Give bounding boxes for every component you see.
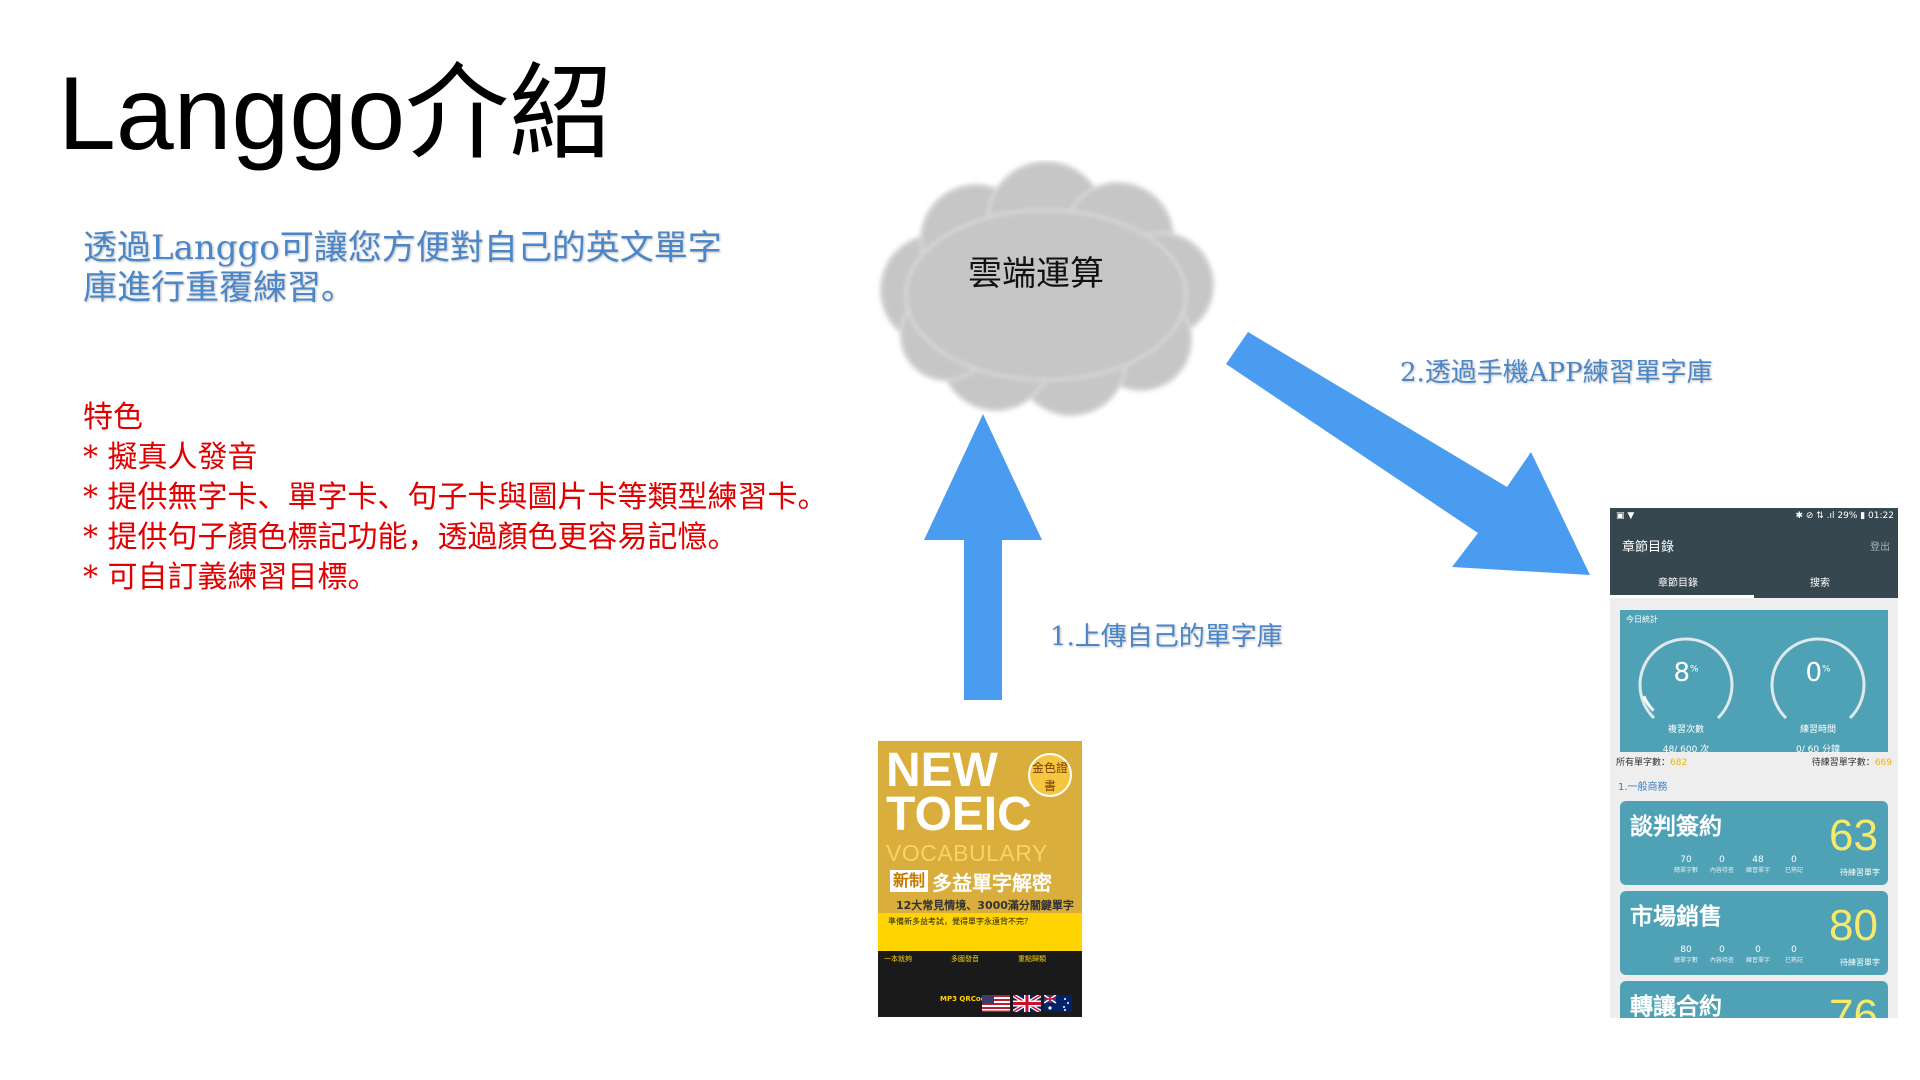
phone-header-title: 章節目錄 — [1622, 540, 1675, 555]
phone-status-bar: ▣ ▼ ✱ ⊘ ⇅ .ıl 29% ▮ 01:22 — [1610, 508, 1898, 526]
step-2-label: 2.透過手機APP練習單字庫 — [1400, 358, 1713, 388]
book-yellow-text: 準備新多益考試，覺得單字永遠背不完？ — [888, 917, 1032, 926]
status-left-icons: ▣ ▼ — [1616, 511, 1635, 521]
us-flag-icon — [982, 995, 1010, 1012]
chapter-stat: 80 總單字數 — [1673, 945, 1698, 964]
chapter-stat: 48 練習單字 — [1745, 855, 1770, 874]
chapter-right-label: 待練習單字 — [1840, 958, 1880, 967]
gauge-subtext: 48/ 600 次 — [1662, 745, 1710, 755]
book-flags — [982, 995, 1072, 1012]
book-column: 重點歸類 — [1018, 955, 1046, 963]
review-count-gauge: 8% 複習次數 48/ 600 次 — [1628, 620, 1744, 755]
chapter-stat: 70 總單字數 — [1673, 855, 1698, 874]
chapter-stat: 0 已熟記 — [1784, 855, 1803, 874]
chapter-name: 市場銷售 — [1630, 904, 1722, 930]
status-right-icons: ✱ ⊘ ⇅ .ıl 29% ▮ 01:22 — [1795, 511, 1894, 521]
book-columns: 一本就夠 多國發音 重點歸類 — [884, 955, 1076, 963]
chapter-score: 80 — [1829, 901, 1878, 950]
daily-stats-panel: 今日統計 8% 複習次數 48/ 600 次 0% 練習時間 0/ 60 分鐘 — [1620, 610, 1888, 755]
chapter-score: 63 — [1829, 811, 1878, 860]
total-words: 所有單字數：682 — [1616, 758, 1688, 768]
book-title-vocabulary: VOCABULARY — [886, 840, 1048, 866]
chapter-card[interactable]: 談判簽約 63 70 總單字數 0 內容待查 48 練習單字 0 已熟記 待練習單字 — [1620, 801, 1888, 885]
gauge-caption: 練習時間 — [1799, 725, 1836, 735]
tab-search[interactable]: 搜索 — [1810, 574, 1830, 589]
tab-chapters[interactable]: 章節目錄 — [1658, 574, 1698, 589]
chapter-score: 76 — [1829, 991, 1878, 1018]
book-cover-image: NEW TOEIC VOCABULARY 金色證書 新制 多益單字解密 12大常… — [878, 741, 1082, 1017]
au-flag-icon — [1044, 995, 1072, 1012]
book-tag: 新制 — [890, 870, 929, 892]
phone-app-screenshot: ▣ ▼ ✱ ⊘ ⇅ .ıl 29% ▮ 01:22 章節目錄 登出 章節目錄 搜… — [1610, 508, 1898, 1018]
book-title-toeic: TOEIC — [886, 788, 1032, 841]
chapter-stat: 0 練習單字 — [1745, 945, 1770, 964]
book-tagline: 12大常見情境、3000滿分關鍵單字 — [896, 899, 1074, 912]
chapter-stat: 0 內容待查 — [1709, 855, 1734, 874]
chapter-card[interactable]: 轉讓合約 76 — [1620, 981, 1888, 1018]
book-column: 多國發音 — [951, 955, 979, 963]
phone-tabs: 章節目錄 搜索 — [1610, 564, 1898, 598]
gauge-value: 0% — [1805, 658, 1831, 688]
active-tab-indicator — [1610, 595, 1754, 598]
logout-button[interactable]: 登出 — [1870, 538, 1890, 553]
practice-time-gauge: 0% 練習時間 0/ 60 分鐘 — [1760, 620, 1876, 755]
book-subtitle: 多益單字解密 — [932, 870, 1053, 895]
upload-arrow — [924, 414, 1042, 700]
gauge-caption: 複習次數 — [1667, 725, 1704, 735]
step-1-label: 1.上傳自己的單字庫 — [1050, 622, 1283, 652]
uk-flag-icon — [1013, 995, 1041, 1012]
book-subtitle-row: 新制 多益單字解密 — [890, 869, 1053, 895]
section-title: 1.一般商務 — [1618, 782, 1668, 793]
chapter-stat: 0 已熟記 — [1784, 945, 1803, 964]
chapter-stat: 0 內容待查 — [1709, 945, 1734, 964]
gauge-value: 8% — [1673, 658, 1699, 688]
pending-words: 待練習單字數：669 — [1811, 758, 1892, 768]
book-column: 一本就夠 — [884, 955, 912, 963]
chapter-name: 談判簽約 — [1630, 814, 1722, 840]
gauge-subtext: 0/ 60 分鐘 — [1796, 745, 1840, 755]
chapter-right-label: 待練習單字 — [1840, 868, 1880, 877]
chapter-name: 轉讓合約 — [1630, 994, 1722, 1018]
book-title-new: NEW — [886, 744, 998, 797]
chapter-card[interactable]: 市場銷售 80 80 總單字數 0 內容待查 0 練習單字 0 已熟記 待練習單字 — [1620, 891, 1888, 975]
book-seal-badge: 金色證書 — [1028, 753, 1072, 797]
